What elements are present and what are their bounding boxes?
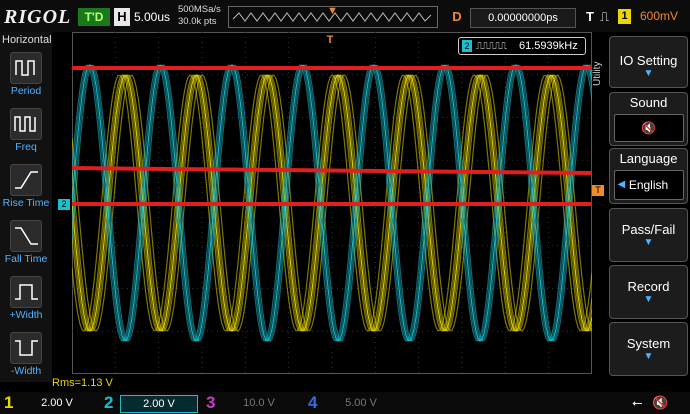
record-label: Record	[627, 279, 670, 294]
memory-depth: 30.0k pts	[178, 16, 217, 27]
io-setting-label: IO Setting	[619, 53, 678, 68]
memory-trigger-marker-icon: ▼	[327, 5, 338, 17]
ch4-scale[interactable]: 5.00 V	[326, 395, 396, 411]
left-menu-title: Horizontal	[2, 34, 52, 46]
pass-fail-button[interactable]: Pass/Fail ▼	[609, 208, 688, 262]
ch2-ground-marker[interactable]: 2	[58, 199, 70, 210]
chevron-down-icon: ▼	[643, 351, 654, 362]
trigger-source-badge[interactable]: 1	[618, 9, 631, 24]
rise-time-icon[interactable]	[10, 164, 42, 196]
menu-item-period[interactable]: Period	[0, 85, 52, 97]
rms-measurement: Rms=1.13 V	[52, 377, 113, 389]
ch3-label[interactable]: 3	[206, 392, 215, 414]
right-menu-title: Utility	[592, 61, 603, 86]
ch3-scale[interactable]: 10.0 V	[224, 395, 294, 411]
system-label: System	[626, 336, 671, 351]
frequency-measurement-box[interactable]: 2 ⎍⎍⎍⎍⎍ 61.5939kHz	[458, 37, 586, 55]
usb-icon: ⭠	[632, 395, 643, 410]
trigger-label: T	[586, 9, 594, 24]
sound-label: Sound	[629, 95, 668, 110]
chevron-down-icon: ▼	[643, 294, 654, 305]
channel-status-bar: 1 2.00 V 2 2.00 V 3 10.0 V 4 5.00 V	[0, 392, 690, 414]
pass-fail-label: Pass/Fail	[621, 222, 676, 237]
rising-edge-icon: ⎍	[600, 9, 610, 24]
neg-width-icon[interactable]	[10, 332, 42, 364]
period-icon[interactable]	[10, 52, 42, 84]
language-value-box: ◀ English	[613, 170, 684, 200]
ch4-label[interactable]: 4	[308, 392, 317, 414]
chevron-down-icon: ▼	[643, 237, 654, 248]
language-label: Language	[619, 151, 678, 166]
chevron-left-icon: ◀	[617, 179, 626, 190]
fall-time-icon[interactable]	[10, 220, 42, 252]
mute-icon: 🔇	[613, 114, 684, 142]
speaker-mute-icon: 🔇	[652, 395, 669, 410]
record-button[interactable]: Record ▼	[609, 265, 688, 319]
run-status-badge[interactable]: T'D	[78, 8, 110, 26]
timebase-value[interactable]: 5.00us	[134, 10, 170, 24]
ch2-label[interactable]: 2	[104, 392, 113, 414]
menu-item-pos-width[interactable]: +Width	[0, 309, 52, 321]
sample-info: 500MSa/s 30.0k pts	[178, 4, 221, 28]
ch1-label[interactable]: 1	[4, 392, 13, 414]
io-setting-button[interactable]: IO Setting ▼	[609, 36, 688, 88]
language-button[interactable]: Language ◀ English	[609, 148, 688, 204]
menu-item-fall-time[interactable]: Fall Time	[0, 253, 52, 265]
delay-label: D	[452, 9, 462, 24]
system-button[interactable]: System ▼	[609, 322, 688, 376]
freq-channel-badge: 2	[462, 40, 472, 52]
sound-button[interactable]: Sound 🔇	[609, 92, 688, 146]
menu-item-freq[interactable]: Freq	[0, 141, 52, 153]
ch2-scale[interactable]: 2.00 V	[120, 395, 198, 413]
delay-value[interactable]: 0.00000000ps	[470, 8, 576, 28]
chevron-down-icon: ▼	[643, 68, 654, 79]
trigger-position-marker[interactable]: T	[325, 34, 335, 48]
ch1-scale[interactable]: 2.00 V	[22, 395, 92, 411]
square-wave-icon: ⎍⎍⎍⎍⎍	[476, 41, 507, 52]
freq-value: 61.5939kHz	[519, 40, 578, 52]
memory-waveform-bar: ▼	[228, 5, 438, 28]
overlay-line-middle	[72, 166, 592, 175]
freq-icon[interactable]	[10, 108, 42, 140]
brand-logo: RIGOL	[4, 6, 72, 28]
trigger-level-value[interactable]: 600mV	[640, 9, 678, 23]
menu-item-rise-time[interactable]: Rise Time	[0, 197, 52, 209]
waveform-display[interactable]	[72, 32, 592, 374]
pos-width-icon[interactable]	[10, 276, 42, 308]
sample-rate: 500MSa/s	[178, 4, 221, 15]
language-value: English	[628, 178, 669, 192]
trigger-level-marker[interactable]: T	[592, 185, 604, 196]
menu-item-neg-width[interactable]: -Width	[0, 365, 52, 377]
horizontal-label: H	[114, 8, 130, 26]
horizontal-measure-menu: Horizontal Period Freq Rise Time Fall Ti…	[0, 32, 52, 382]
